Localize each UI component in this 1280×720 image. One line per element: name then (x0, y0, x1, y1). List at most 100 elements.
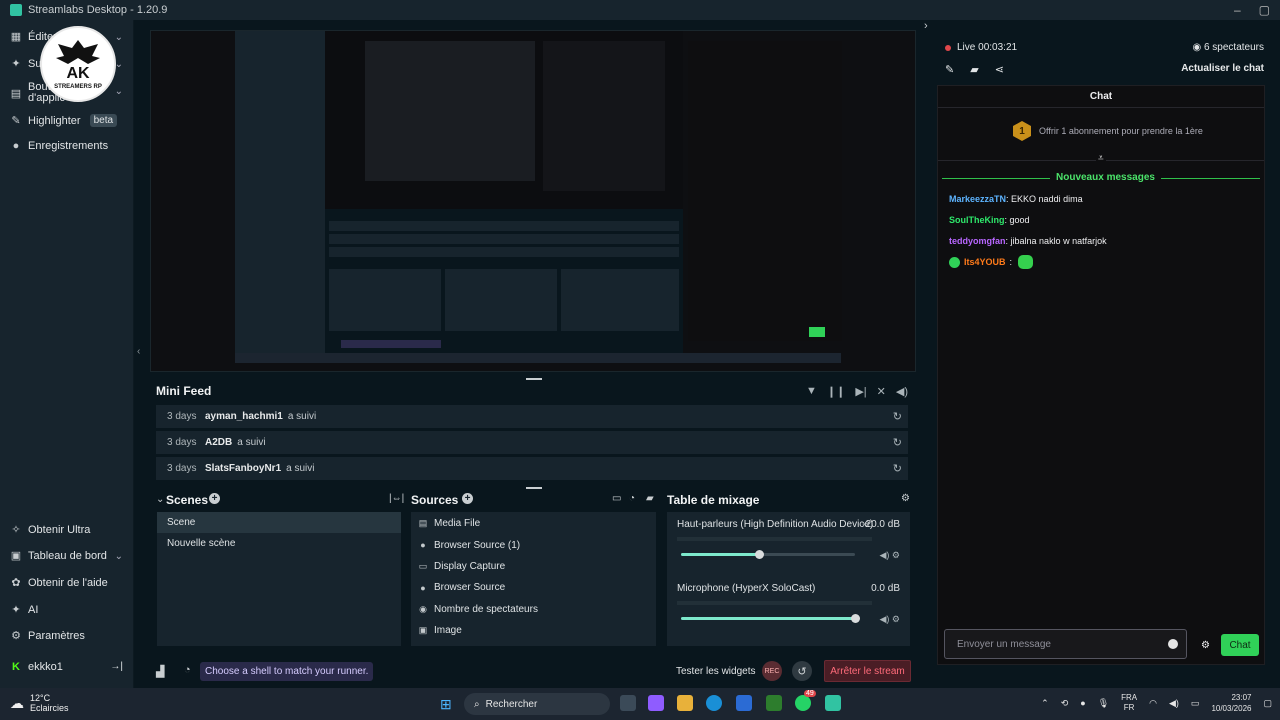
chat-username[interactable]: MarkeezzaTN (949, 194, 1006, 204)
tray-overflow-icon[interactable]: ⌃ (1041, 698, 1049, 709)
store-icon[interactable] (736, 695, 752, 711)
volume-slider-knob[interactable] (851, 614, 860, 623)
sidebar-item-ultra[interactable]: ✧ Obtenir Ultra (10, 523, 90, 537)
repeat-alert-icon[interactable]: ↻ (893, 410, 902, 423)
mini-feed: Mini Feed ▼ ❙❙ ▶| ✕ ◀) 3 days ayman_hach… (150, 380, 916, 486)
notifications-icon[interactable]: ▢ (1263, 698, 1272, 709)
scene-item[interactable]: Nouvelle scène (157, 533, 401, 554)
file-explorer-icon[interactable] (677, 695, 693, 711)
resize-handle[interactable] (526, 487, 542, 489)
filter-icon[interactable]: ▼ (806, 385, 817, 398)
add-scene-button[interactable]: + (209, 493, 220, 504)
chat-send-button[interactable]: Chat (1221, 634, 1259, 656)
refresh-chat-button[interactable]: Actualiser le chat (1181, 63, 1264, 74)
scenes-title: Scenes (166, 493, 209, 507)
volume-slider[interactable] (681, 553, 759, 556)
notification-count-badge: 49 (804, 690, 816, 697)
collapse-left-icon[interactable]: ‹ (137, 346, 140, 357)
folder-icon[interactable]: ▰ (970, 63, 978, 76)
test-widgets-label[interactable]: Tester les widgets (676, 666, 755, 677)
volume-icon[interactable]: ◀) (1169, 698, 1179, 709)
channel-settings-icon[interactable]: ⚙ (892, 550, 900, 560)
performance-icon[interactable]: ▟ (156, 665, 164, 678)
replay-buffer-button[interactable]: ↺ (792, 661, 812, 681)
collapse-scenes-icon[interactable]: ⌄ (156, 494, 164, 505)
svg-text:STREAMERS RP: STREAMERS RP (54, 84, 102, 90)
emoji-icon[interactable] (1168, 639, 1178, 649)
add-folder-icon[interactable]: ▰ (646, 493, 654, 504)
maximize-button[interactable]: ▢ (1259, 3, 1270, 17)
media-file-icon: ▤ (418, 518, 428, 529)
channel-settings-icon[interactable]: ⚙ (892, 614, 900, 624)
chat-username[interactable]: SoulTheKing (949, 215, 1005, 225)
chat-message-input[interactable]: Envoyer un message (944, 629, 1187, 659)
whatsapp-icon[interactable] (795, 695, 811, 711)
stop-stream-button[interactable]: Arrêter le stream (824, 660, 911, 682)
sidebar-item-help[interactable]: ✿ Obtenir de l'aide (10, 576, 107, 590)
repeat-alert-icon[interactable]: ↻ (893, 462, 902, 475)
streamlabs-taskbar-icon[interactable] (825, 695, 841, 711)
edit-icon[interactable]: ✎ (945, 63, 954, 76)
gift-sub-banner[interactable]: 1 Offrir 1 abonnement pour prendre la 1è… (1013, 121, 1203, 141)
app-icon[interactable] (766, 695, 782, 711)
source-item[interactable]: ▣ Image (411, 620, 656, 641)
sync-icon[interactable]: ⟲ (1061, 698, 1069, 709)
sidebar-user[interactable]: K ekkko1 (10, 661, 63, 673)
speaker-icon[interactable]: ◀) (879, 550, 889, 560)
share-icon[interactable]: ⋖ (995, 63, 1004, 76)
skip-icon[interactable]: ▶| (855, 385, 866, 398)
stream-preview[interactable] (150, 30, 916, 372)
chevron-down-icon[interactable]: ⌄ (115, 86, 123, 97)
windows-start-icon[interactable]: ⊞ (440, 696, 452, 713)
speaker-icon[interactable]: ◀) (879, 614, 889, 624)
sidebar-item-dashboard[interactable]: ▣ Tableau de bord (10, 549, 107, 563)
volume-icon[interactable]: ◀) (896, 385, 908, 398)
source-item[interactable]: ▤ Media File (411, 513, 656, 534)
chevron-down-icon[interactable]: ⌄ (115, 551, 123, 562)
chat-message: teddyomgfan: jibalna naklo w natfarjok (949, 236, 1107, 246)
bottom-bar: ▟ ◔ Choose a shell to match your runner.… (134, 656, 920, 686)
copilot-icon[interactable] (648, 695, 664, 711)
record-button[interactable]: REC (762, 661, 782, 681)
source-item[interactable]: ● Browser Source (411, 577, 656, 598)
notification-icon[interactable]: ◔ (184, 664, 191, 676)
notification-hint[interactable]: Choose a shell to match your runner. (200, 662, 374, 681)
task-view-icon[interactable] (620, 695, 636, 711)
logout-icon[interactable]: →| (110, 661, 123, 672)
mute-alerts-icon[interactable]: ✕ (877, 385, 886, 398)
language-indicator[interactable]: FRA FR (1121, 693, 1137, 713)
microphone-icon[interactable]: 🎙︎ (1098, 698, 1109, 709)
chevron-down-icon[interactable]: ⌄ (115, 32, 123, 43)
volume-slider[interactable] (681, 617, 855, 620)
add-source-button[interactable]: + (462, 493, 473, 504)
pause-icon[interactable]: ❙❙ (827, 385, 845, 398)
sidebar-item-settings[interactable]: ⚙ Paramètres (10, 629, 85, 643)
scene-item[interactable]: Scene (157, 512, 401, 533)
sidebar-item-highlighter[interactable]: ✎ Highlighter beta (10, 114, 118, 127)
volume-slider-knob[interactable] (755, 550, 764, 559)
collapse-icon[interactable]: ⩡ (1096, 153, 1106, 164)
mixer-settings-icon[interactable]: ⚙ (901, 493, 910, 504)
chat-username[interactable]: Its4YOUB (964, 257, 1006, 267)
source-item[interactable]: ▭ Display Capture (411, 556, 656, 577)
source-item[interactable]: ◉ Nombre de spectateurs (411, 599, 656, 620)
weather-widget[interactable]: ☁ 12°C Eclaircies (10, 693, 69, 713)
sidebar-item-recordings[interactable]: ● Enregistrements (10, 140, 108, 152)
app-tray-icon[interactable]: ● (1080, 698, 1085, 708)
source-filters-icon[interactable]: ◔ (629, 493, 635, 504)
source-tools-icon[interactable]: ▭ (612, 493, 621, 504)
chat-username[interactable]: teddyomgfan (949, 236, 1006, 246)
chat-settings-icon[interactable]: ⚙ (1201, 640, 1210, 651)
minimize-button[interactable]: – (1234, 3, 1241, 17)
source-item[interactable]: ● Browser Source (1) (411, 534, 656, 555)
edge-icon[interactable] (706, 695, 722, 711)
battery-icon[interactable]: ▭ (1191, 698, 1200, 709)
repeat-alert-icon[interactable]: ↻ (893, 436, 902, 449)
expand-right-icon[interactable]: › (924, 20, 928, 32)
clock[interactable]: 23:07 10/03/2026 (1211, 692, 1251, 714)
sidebar-item-ai[interactable]: ✦ AI (10, 603, 38, 617)
scene-transitions-icon[interactable]: |⇔| (389, 493, 404, 504)
taskbar-search[interactable]: ⌕ Rechercher (464, 693, 610, 715)
audio-mixer: Haut-parleurs (High Definition Audio Dev… (667, 512, 910, 646)
wifi-icon[interactable]: ◠ (1149, 698, 1157, 709)
